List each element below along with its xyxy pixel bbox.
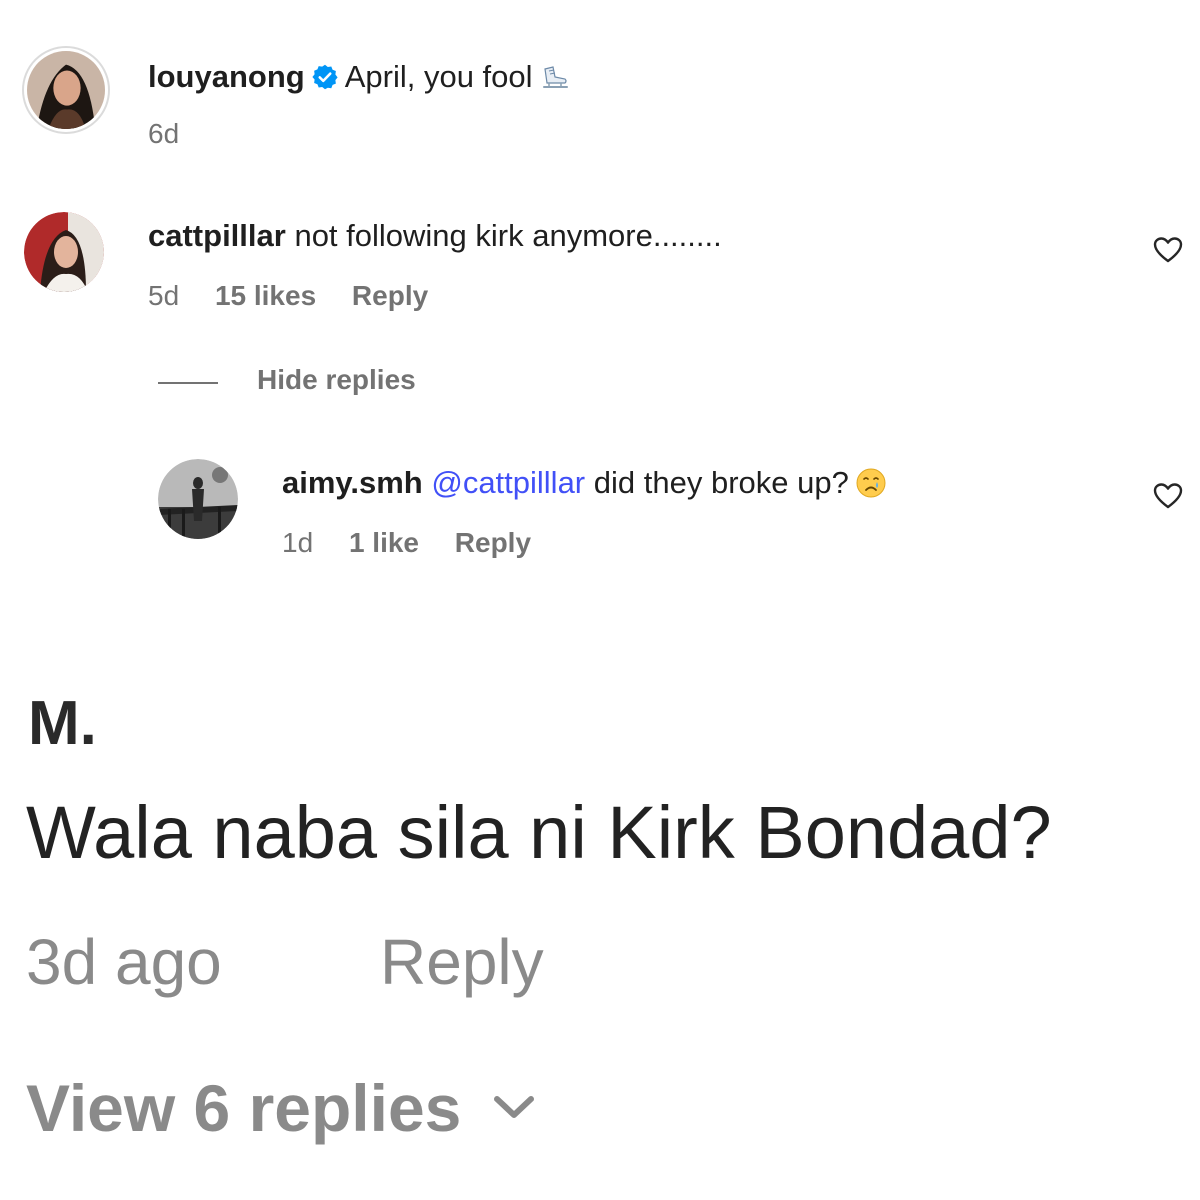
- comment-text: did they broke up?: [593, 465, 849, 500]
- mention-link[interactable]: @cattpilllar: [431, 465, 585, 500]
- reply-button[interactable]: Reply: [352, 280, 428, 311]
- profile-photo: [158, 459, 238, 539]
- crying-face-emoji: [856, 468, 886, 498]
- comment-line: aimy.smh @cattpilllar did they broke up?: [282, 463, 887, 503]
- profile-photo: [27, 51, 105, 129]
- timestamp: 5d: [148, 280, 180, 311]
- avatar[interactable]: [22, 46, 110, 134]
- comment-text: April, you fool: [344, 59, 533, 94]
- comment-text: Wala naba sila ni Kirk Bondad?: [26, 791, 1052, 874]
- username[interactable]: louyanong: [148, 59, 305, 94]
- replies-divider: [158, 382, 218, 384]
- reply-button[interactable]: Reply: [380, 925, 544, 999]
- username[interactable]: cattpilllar: [148, 218, 286, 253]
- avatar[interactable]: [24, 212, 104, 292]
- comment-line: louyanong April, you fool: [148, 57, 571, 97]
- comment-meta: 5d 15 likes Reply: [148, 279, 456, 313]
- ice-skate-emoji: [542, 66, 568, 88]
- verified-badge-icon: [312, 64, 338, 90]
- profile-photo: [24, 212, 104, 292]
- avatar[interactable]: [158, 459, 238, 539]
- heart-outline-icon[interactable]: [1153, 236, 1183, 264]
- username[interactable]: aimy.smh: [282, 465, 423, 500]
- view-replies-button[interactable]: View 6 replies: [26, 1070, 537, 1146]
- comment-meta: 1d 1 like Reply: [282, 526, 559, 560]
- comment-text: not following kirk anymore........: [294, 218, 722, 253]
- likes-count[interactable]: 1 like: [349, 527, 419, 558]
- view-replies-label: View 6 replies: [26, 1071, 462, 1145]
- heart-outline-icon[interactable]: [1153, 482, 1183, 510]
- likes-count[interactable]: 15 likes: [215, 280, 316, 311]
- comment-author[interactable]: M.: [28, 688, 97, 759]
- hide-replies-label: Hide replies: [257, 364, 416, 395]
- timestamp: 3d ago: [26, 926, 222, 998]
- chevron-down-icon: [494, 1096, 535, 1118]
- timestamp: 6d: [148, 118, 180, 149]
- reply-button[interactable]: Reply: [455, 527, 531, 558]
- comment-meta: 6d: [148, 117, 207, 151]
- timestamp: 1d: [282, 527, 314, 558]
- comment-line: cattpilllar not following kirk anymore..…: [148, 216, 722, 256]
